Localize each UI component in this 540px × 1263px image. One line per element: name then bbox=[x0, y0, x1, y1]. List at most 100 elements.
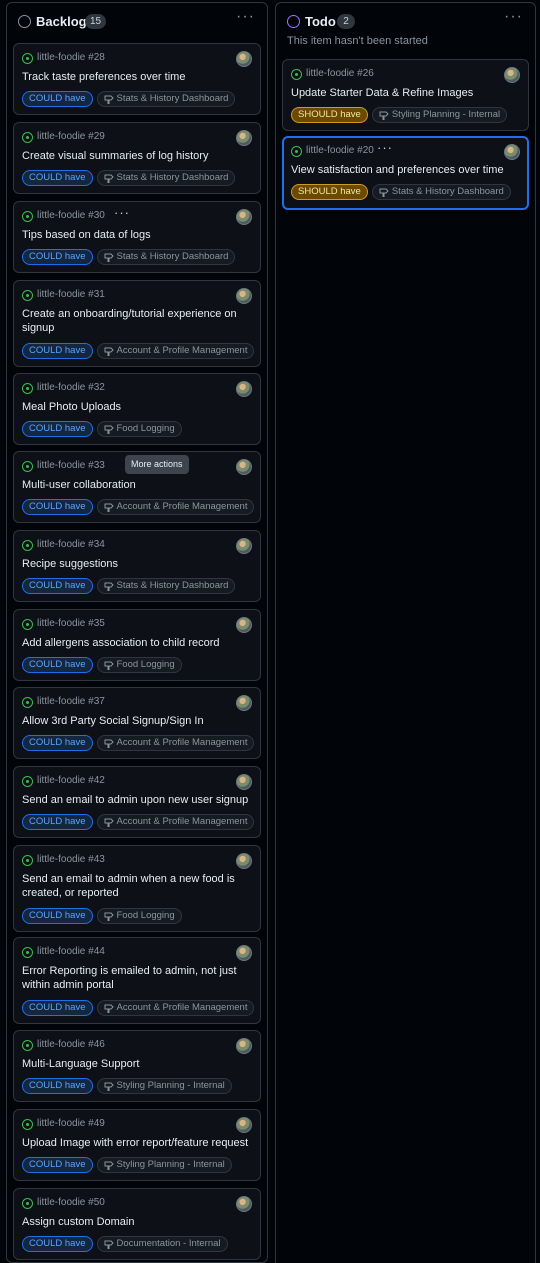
assignee-avatar[interactable] bbox=[236, 51, 252, 67]
issue-opened-icon bbox=[22, 697, 33, 708]
milestone-label: Food Logging bbox=[96, 657, 182, 673]
issue-reference[interactable]: little-foodie #42 bbox=[37, 775, 105, 786]
milestone-label: Account & Profile Management bbox=[96, 735, 255, 751]
issue-card[interactable]: little-foodie #31 Create an onboarding/t… bbox=[13, 280, 261, 367]
issue-reference[interactable]: little-foodie #43 bbox=[37, 854, 105, 865]
assignee-avatar[interactable] bbox=[236, 774, 252, 790]
priority-label: COULD have bbox=[22, 578, 93, 594]
assignee-avatar[interactable] bbox=[236, 853, 252, 869]
milestone-name: Account & Profile Management bbox=[116, 1002, 248, 1013]
assignee-avatar[interactable] bbox=[236, 288, 252, 304]
assignee-avatar[interactable] bbox=[236, 130, 252, 146]
issue-title[interactable]: View satisfaction and preferences over t… bbox=[291, 163, 519, 177]
issue-title[interactable]: Update Starter Data & Refine Images bbox=[291, 86, 520, 100]
milestone-name: Stats & History Dashboard bbox=[116, 93, 229, 104]
issue-reference[interactable]: little-foodie #31 bbox=[37, 289, 105, 300]
issue-title[interactable]: Track taste preferences over time bbox=[22, 70, 252, 84]
issue-card[interactable]: little-foodie #42 Send an email to admin… bbox=[13, 766, 261, 838]
issue-title[interactable]: Multi-user collaboration bbox=[22, 478, 252, 492]
milestone-label: Stats & History Dashboard bbox=[96, 249, 236, 265]
issue-reference[interactable]: little-foodie #30 bbox=[37, 210, 105, 221]
column-title: Todo bbox=[305, 14, 336, 29]
issue-opened-icon bbox=[22, 1119, 33, 1130]
assignee-avatar[interactable] bbox=[504, 144, 520, 160]
assignee-avatar[interactable] bbox=[504, 67, 520, 83]
issue-opened-icon bbox=[22, 53, 33, 64]
milestone-label: Account & Profile Management bbox=[96, 343, 255, 359]
priority-label: COULD have bbox=[22, 1078, 93, 1094]
assignee-avatar[interactable] bbox=[236, 538, 252, 554]
kebab-horizontal-icon[interactable]: ··· bbox=[114, 205, 130, 220]
assignee-avatar[interactable] bbox=[236, 1196, 252, 1212]
issue-title[interactable]: Send an email to admin when a new food i… bbox=[22, 872, 252, 900]
priority-label: COULD have bbox=[22, 343, 93, 359]
issue-title[interactable]: Meal Photo Uploads bbox=[22, 400, 252, 414]
issue-title[interactable]: Create visual summaries of log history bbox=[22, 149, 252, 163]
issue-card[interactable]: little-foodie #43 Send an email to admin… bbox=[13, 845, 261, 932]
issue-reference[interactable]: little-foodie #44 bbox=[37, 946, 105, 957]
more-actions-tooltip: More actions bbox=[125, 455, 189, 474]
issue-title[interactable]: Tips based on data of logs bbox=[22, 228, 252, 242]
column-menu-icon[interactable]: ··· bbox=[504, 9, 523, 25]
issue-reference[interactable]: little-foodie #49 bbox=[37, 1118, 105, 1129]
issue-title[interactable]: Upload Image with error report/feature r… bbox=[22, 1136, 252, 1150]
milestone-name: Styling Planning - Internal bbox=[391, 109, 501, 120]
issue-card-selected[interactable]: little-foodie #20 ··· View satisfaction … bbox=[282, 136, 529, 210]
issue-reference[interactable]: little-foodie #26 bbox=[306, 68, 374, 79]
issue-reference[interactable]: little-foodie #20 bbox=[306, 145, 374, 156]
issue-title[interactable]: Multi-Language Support bbox=[22, 1057, 252, 1071]
issue-title[interactable]: Recipe suggestions bbox=[22, 557, 252, 571]
issue-card[interactable]: little-foodie #26 Update Starter Data & … bbox=[282, 59, 529, 131]
assignee-avatar[interactable] bbox=[236, 945, 252, 961]
column-menu-icon[interactable]: ··· bbox=[236, 9, 255, 25]
issue-reference[interactable]: little-foodie #35 bbox=[37, 618, 105, 629]
issue-reference[interactable]: little-foodie #28 bbox=[37, 52, 105, 63]
priority-label: COULD have bbox=[22, 170, 93, 186]
issue-opened-icon bbox=[291, 69, 302, 80]
kebab-horizontal-icon[interactable]: ··· bbox=[377, 140, 393, 155]
milestone-label: Account & Profile Management bbox=[96, 814, 255, 830]
issue-card[interactable]: little-foodie #32 Meal Photo Uploads COU… bbox=[13, 373, 261, 445]
milestone-icon bbox=[104, 347, 114, 356]
issue-reference[interactable]: little-foodie #33 bbox=[37, 460, 105, 471]
assignee-avatar[interactable] bbox=[236, 695, 252, 711]
priority-label: COULD have bbox=[22, 1000, 93, 1016]
backlog-column-header: Backlog 15 ··· bbox=[7, 3, 267, 39]
issue-reference[interactable]: little-foodie #29 bbox=[37, 131, 105, 142]
milestone-label: Styling Planning - Internal bbox=[96, 1078, 232, 1094]
issue-card[interactable]: little-foodie #28 Track taste preference… bbox=[13, 43, 261, 115]
assignee-avatar[interactable] bbox=[236, 1038, 252, 1054]
issue-opened-icon bbox=[22, 1198, 33, 1209]
assignee-avatar[interactable] bbox=[236, 459, 252, 475]
issue-reference[interactable]: little-foodie #50 bbox=[37, 1197, 105, 1208]
issue-title[interactable]: Assign custom Domain bbox=[22, 1215, 252, 1229]
milestone-name: Account & Profile Management bbox=[116, 737, 248, 748]
issue-title[interactable]: Allow 3rd Party Social Signup/Sign In bbox=[22, 714, 252, 728]
issue-card[interactable]: little-foodie #29 Create visual summarie… bbox=[13, 122, 261, 194]
issue-card[interactable]: little-foodie #34 Recipe suggestions COU… bbox=[13, 530, 261, 602]
issue-reference[interactable]: little-foodie #46 bbox=[37, 1039, 105, 1050]
issue-card[interactable]: little-foodie #30 ··· Tips based on data… bbox=[13, 201, 261, 273]
milestone-label: Food Logging bbox=[96, 908, 182, 924]
assignee-avatar[interactable] bbox=[236, 381, 252, 397]
issue-card[interactable]: little-foodie #46 Multi-Language Support… bbox=[13, 1030, 261, 1102]
assignee-avatar[interactable] bbox=[236, 209, 252, 225]
issue-card[interactable]: little-foodie #49 Upload Image with erro… bbox=[13, 1109, 261, 1181]
issue-card[interactable]: little-foodie #44 Error Reporting is ema… bbox=[13, 937, 261, 1024]
issue-title[interactable]: Send an email to admin upon new user sig… bbox=[22, 793, 252, 807]
milestone-name: Documentation - Internal bbox=[116, 1238, 221, 1249]
issue-reference[interactable]: little-foodie #34 bbox=[37, 539, 105, 550]
priority-label: COULD have bbox=[22, 814, 93, 830]
issue-title[interactable]: Error Reporting is emailed to admin, not… bbox=[22, 964, 252, 992]
assignee-avatar[interactable] bbox=[236, 617, 252, 633]
issue-title[interactable]: Add allergens association to child recor… bbox=[22, 636, 252, 650]
issue-reference[interactable]: little-foodie #37 bbox=[37, 696, 105, 707]
issue-reference[interactable]: little-foodie #32 bbox=[37, 382, 105, 393]
issue-title[interactable]: Create an onboarding/tutorial experience… bbox=[22, 307, 252, 335]
issue-card[interactable]: little-foodie #35 Add allergens associat… bbox=[13, 609, 261, 681]
column-title: Backlog bbox=[36, 14, 87, 29]
issue-opened-icon bbox=[22, 947, 33, 958]
issue-card[interactable]: little-foodie #50 Assign custom Domain C… bbox=[13, 1188, 261, 1260]
assignee-avatar[interactable] bbox=[236, 1117, 252, 1133]
issue-card[interactable]: little-foodie #37 Allow 3rd Party Social… bbox=[13, 687, 261, 759]
